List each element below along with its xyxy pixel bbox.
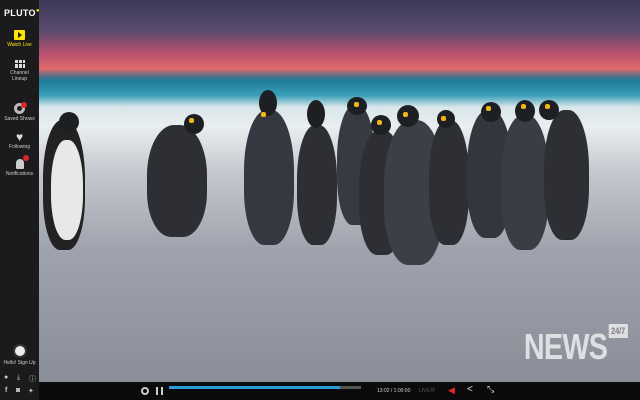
minimize-icon[interactable]: ⤡ bbox=[487, 384, 494, 395]
skip-forward-icon[interactable]: » bbox=[430, 384, 435, 394]
sidebar-item-label: Notifications bbox=[5, 171, 34, 177]
bell-icon bbox=[15, 155, 29, 169]
sidebar: PLUTO● Watch Live Channel Lineup Saved S… bbox=[0, 0, 39, 400]
twitter-icon[interactable]: ✦ bbox=[28, 387, 34, 395]
sidebar-item-label: Saved Shows bbox=[4, 116, 35, 122]
logo-text: PLUTO bbox=[4, 8, 36, 18]
sidebar-item-label: Channel Lineup bbox=[10, 70, 29, 82]
grid-icon bbox=[14, 60, 25, 68]
saved-disc-icon bbox=[14, 102, 27, 114]
download-icon[interactable]: ⤓ bbox=[17, 374, 20, 382]
news-24-7-watermark: NEWS 24/7 bbox=[524, 324, 628, 368]
watermark-text: NEWS bbox=[524, 326, 608, 367]
pause-button[interactable] bbox=[156, 387, 163, 395]
video-player[interactable]: NEWS 24/7 bbox=[39, 0, 640, 382]
progress-bar[interactable] bbox=[169, 386, 361, 389]
heart-icon: ♥ bbox=[15, 130, 24, 144]
sidebar-item-label: Following bbox=[8, 144, 31, 150]
live-label[interactable]: LIVE bbox=[419, 388, 430, 394]
progress-fill bbox=[169, 386, 340, 389]
badge bbox=[22, 155, 29, 161]
time-display: 13:02 / 1:00:00 bbox=[377, 388, 411, 394]
record-icon[interactable] bbox=[141, 387, 149, 395]
avatar-icon bbox=[12, 344, 27, 358]
volume-muted-icon[interactable]: ◀ bbox=[448, 385, 455, 396]
instagram-icon[interactable]: ◙ bbox=[16, 387, 20, 394]
watermark-badge: 24/7 bbox=[609, 324, 628, 338]
signup-label: Hello! Sign Up bbox=[3, 360, 36, 366]
sidebar-item-notifications[interactable]: Notifications bbox=[0, 155, 39, 177]
info-icon[interactable]: ● bbox=[4, 374, 8, 381]
signup-button[interactable]: Hello! Sign Up bbox=[0, 344, 39, 366]
sidebar-item-label: Watch Live bbox=[7, 42, 32, 48]
badge bbox=[21, 102, 27, 108]
sidebar-item-saved-shows[interactable]: Saved Shows bbox=[0, 102, 39, 122]
share-icon[interactable]: < bbox=[467, 384, 473, 395]
sidebar-item-channel-lineup[interactable]: Channel Lineup bbox=[0, 60, 39, 82]
sidebar-item-watch-live[interactable]: Watch Live bbox=[0, 30, 39, 48]
sidebar-item-following[interactable]: ♥ Following bbox=[0, 130, 39, 150]
facebook-icon[interactable]: f bbox=[5, 387, 7, 394]
pluto-logo[interactable]: PLUTO● bbox=[4, 8, 40, 18]
help-icon[interactable]: ⓘ bbox=[29, 374, 36, 384]
play-tv-icon bbox=[14, 30, 25, 40]
player-controls: 13:02 / 1:00:00 LIVE » ◀ < ⤡ bbox=[39, 382, 640, 400]
